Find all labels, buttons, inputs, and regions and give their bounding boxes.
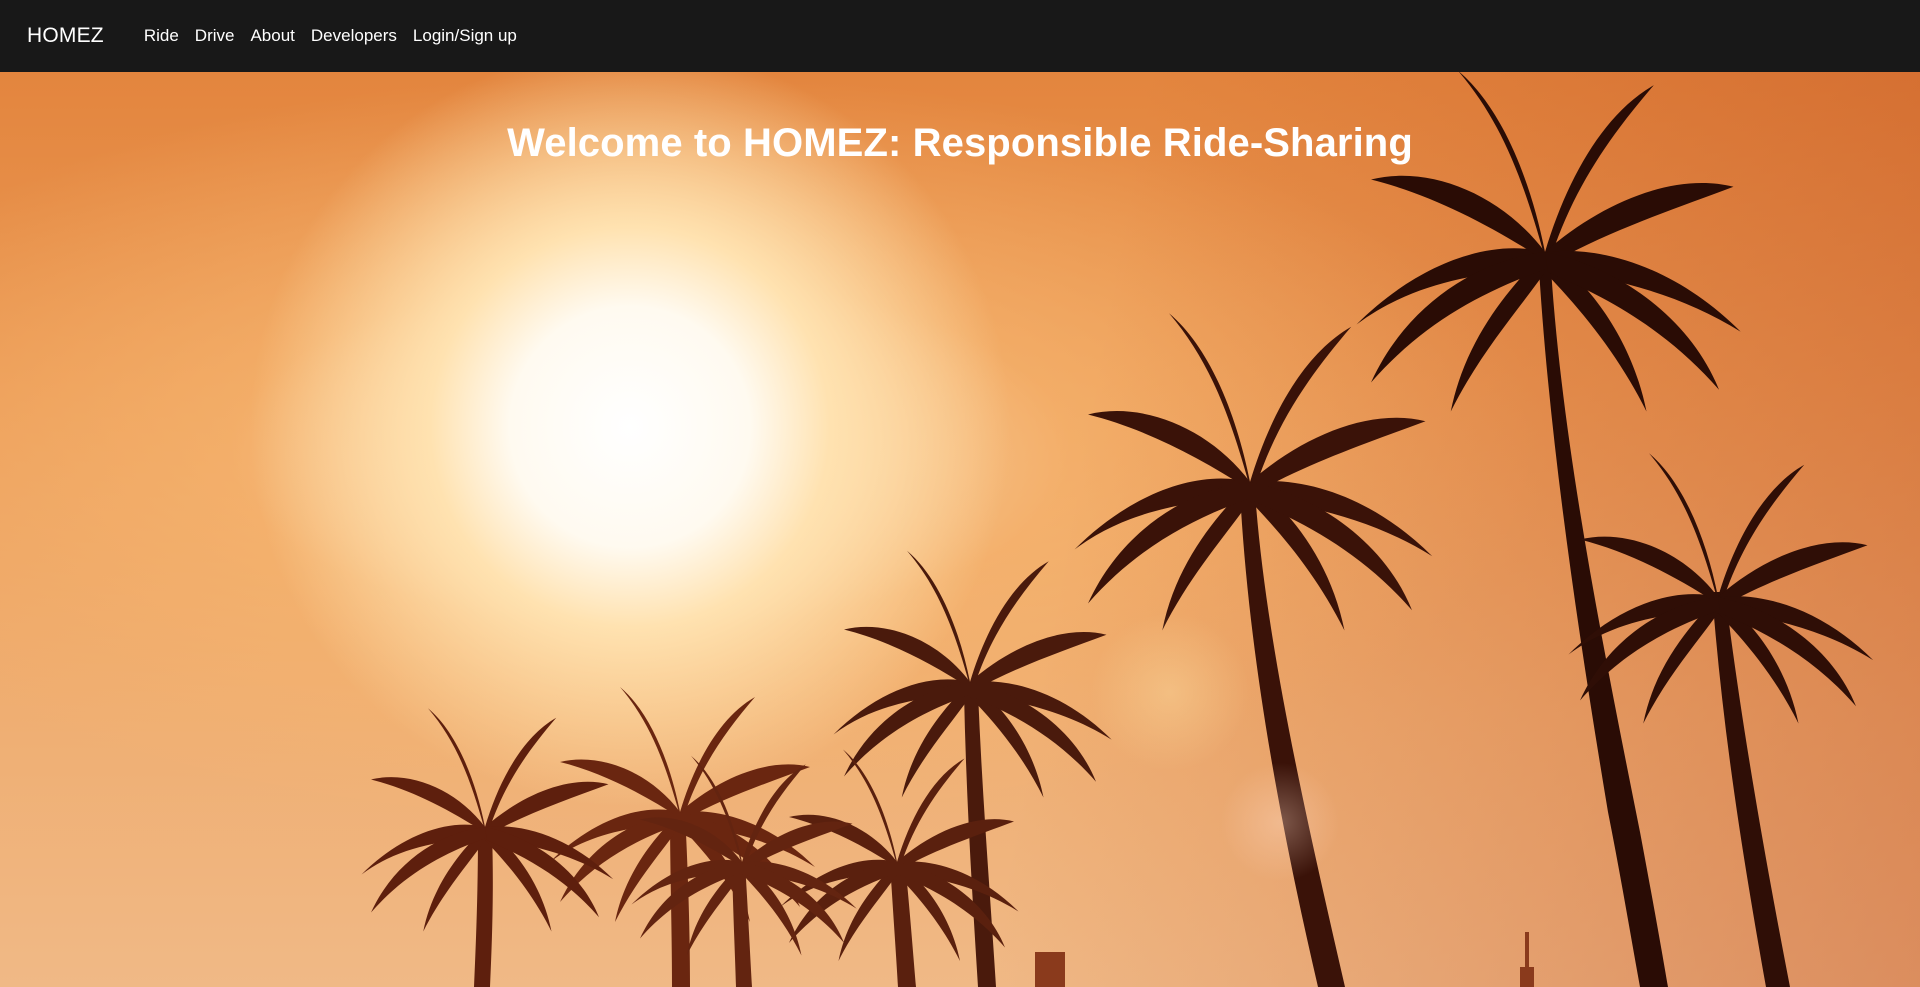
lens-flare <box>1220 762 1340 882</box>
palm-trees-silhouette <box>361 72 1874 987</box>
nav-link-about[interactable]: About <box>250 26 294 46</box>
brand-logo-link[interactable]: HOMEZ <box>27 24 104 48</box>
lens-flare <box>1090 612 1250 772</box>
hero-section: Welcome to HOMEZ: Responsible Ride-Shari… <box>0 72 1920 987</box>
nav-links: Ride Drive About Developers Login/Sign u… <box>144 26 533 46</box>
hero-title: Welcome to HOMEZ: Responsible Ride-Shari… <box>507 121 1413 165</box>
nav-link-ride[interactable]: Ride <box>144 26 179 46</box>
nav-link-drive[interactable]: Drive <box>195 26 235 46</box>
nav-link-login-signup[interactable]: Login/Sign up <box>413 26 517 46</box>
nav-link-developers[interactable]: Developers <box>311 26 397 46</box>
navbar: HOMEZ Ride Drive About Developers Login/… <box>0 0 1920 72</box>
